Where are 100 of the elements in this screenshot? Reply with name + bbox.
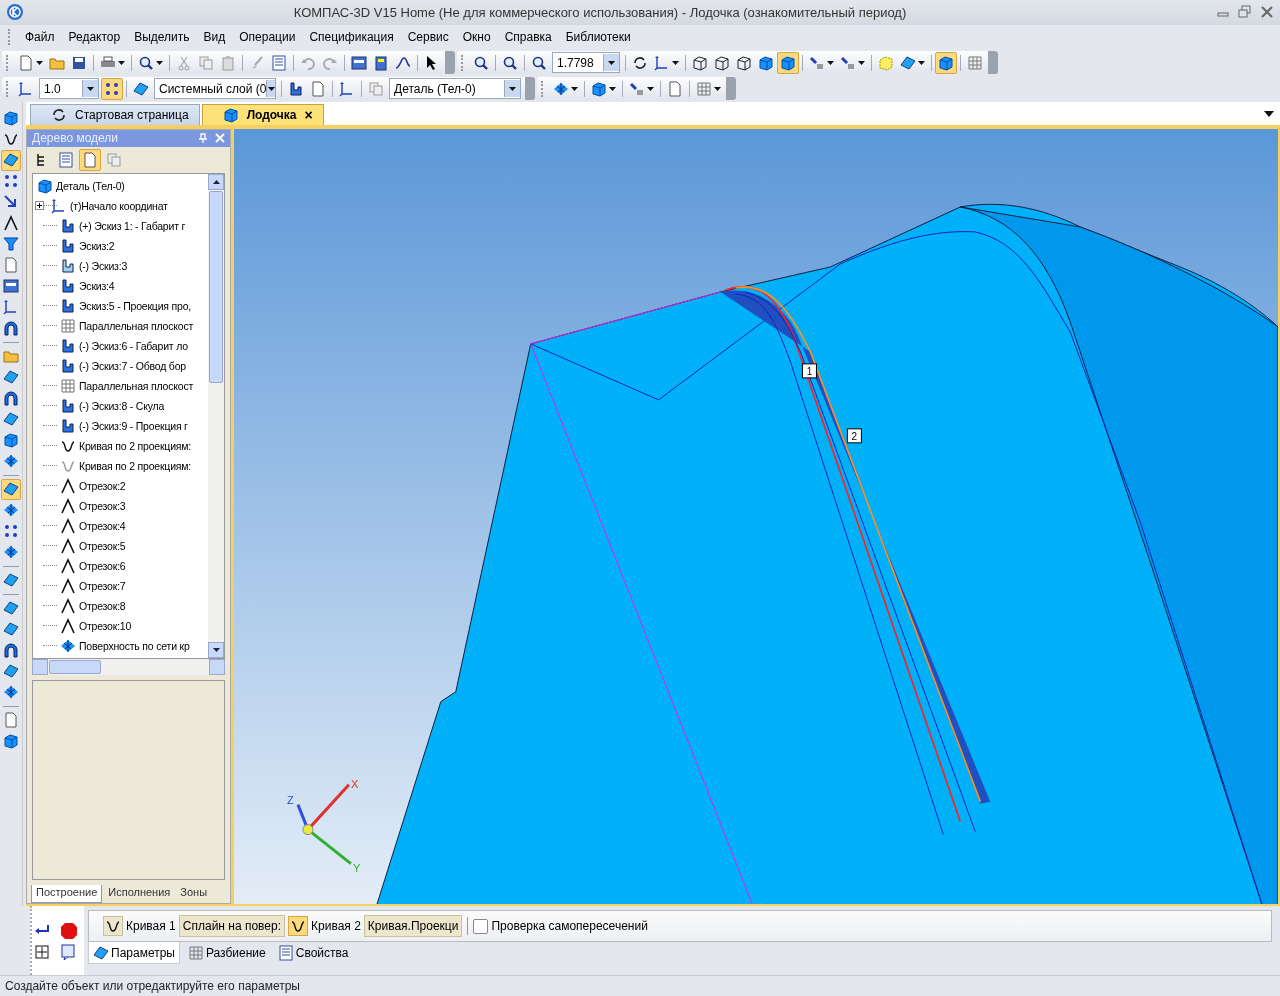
sketch-icon: [60, 297, 76, 314]
magnifier-icon: [531, 54, 547, 71]
tree-item[interactable]: Поверхность по сети кр: [33, 635, 208, 656]
menu-item[interactable]: Редактор: [62, 28, 127, 47]
menu-item[interactable]: Спецификация: [303, 28, 400, 47]
close-icon[interactable]: [1260, 5, 1274, 20]
expander[interactable]: [35, 201, 44, 211]
tree-item[interactable]: Отрезок:5: [33, 535, 208, 556]
help-icon[interactable]: [60, 943, 76, 960]
tree-item[interactable]: Эскиз:2: [33, 235, 208, 256]
tree-item[interactable]: Эскиз:5 - Проекция про,: [33, 295, 208, 316]
fit-frame-icon[interactable]: [34, 943, 50, 960]
document-tab[interactable]: Лодочка ×: [201, 103, 324, 125]
curve-select-button[interactable]: [103, 916, 123, 937]
dots-icon: [3, 173, 19, 190]
curve-icon: [290, 918, 307, 935]
toolbar-options-grip[interactable]: [445, 51, 455, 75]
tab-close-button[interactable]: ×: [304, 106, 313, 123]
rotate-icon: [51, 106, 67, 123]
panel-tab[interactable]: Исполнения: [104, 885, 175, 904]
stop-sign-icon[interactable]: [60, 921, 78, 940]
tree-item[interactable]: Параллельная плоскост: [33, 375, 208, 396]
curve-select-button[interactable]: [288, 916, 309, 937]
dropdown-field[interactable]: Системный слой (0: [154, 78, 276, 100]
tree-item[interactable]: (-) Эскиз:6 - Габарит ло: [33, 335, 208, 356]
caret-icon: [87, 86, 94, 91]
sketch-icon: [60, 237, 76, 254]
cube-icon: [3, 733, 19, 750]
surface-icon: [3, 663, 19, 680]
sketch-icon: [60, 417, 76, 434]
sketch-icon: [60, 277, 76, 294]
dropdown-field[interactable]: Деталь (Тел-0): [389, 78, 521, 100]
tree-item[interactable]: Отрезок:2: [33, 475, 208, 496]
scrollbar[interactable]: [208, 173, 224, 658]
toolbar-options-grip[interactable]: [988, 51, 998, 75]
angle-icon: [60, 517, 76, 534]
surface-icon: [3, 572, 19, 589]
tree-item[interactable]: Отрезок:8: [33, 595, 208, 616]
tree-item[interactable]: (-) Эскиз:3: [33, 255, 208, 276]
tree-item[interactable]: Отрезок:6: [33, 555, 208, 576]
document-tab[interactable]: Стартовая страница: [30, 103, 200, 125]
angle-icon: [60, 497, 76, 514]
tool-button[interactable]: [1, 478, 21, 500]
menu-item[interactable]: Библиотеки: [559, 28, 637, 47]
toolbar-options-grip[interactable]: [525, 77, 535, 101]
menu-item[interactable]: Выделить: [128, 28, 196, 47]
pin-icon[interactable]: [198, 133, 208, 144]
restore-icon[interactable]: [1238, 5, 1252, 20]
checkbox[interactable]: [473, 918, 489, 934]
tree-item[interactable]: Кривая по 2 проекциям:: [33, 435, 208, 456]
app-logo-icon: [6, 3, 24, 22]
dropdown-field[interactable]: 1.7798: [552, 52, 620, 74]
panel-tab[interactable]: Разбиение: [183, 942, 270, 965]
panel-tab[interactable]: Зоны: [176, 885, 212, 904]
menu-item[interactable]: Справка: [498, 28, 558, 47]
panel-tab[interactable]: Построение: [31, 885, 103, 904]
panel-tab[interactable]: Свойства: [273, 942, 353, 965]
magnifier-icon: [502, 54, 518, 71]
tree-item[interactable]: (т)Начало координат: [33, 195, 208, 216]
tree-item[interactable]: (-) Эскиз:9 - Проекция г: [33, 415, 208, 436]
menu-item[interactable]: Окно: [456, 28, 497, 47]
surface-icon: [3, 621, 19, 638]
panel-tab[interactable]: Параметры: [88, 942, 180, 965]
tree-item[interactable]: Деталь (Тел-0): [33, 175, 208, 196]
tree-item[interactable]: Кривая по 2 проекциям:: [33, 455, 208, 476]
surface-icon: [133, 80, 149, 97]
calculator-icon: [373, 54, 389, 71]
axes-icon: [654, 54, 670, 71]
angle-icon: [3, 215, 19, 232]
caret-icon: [509, 86, 516, 91]
copy-icon: [106, 151, 122, 168]
tree-item[interactable]: Отрезок:3: [33, 495, 208, 516]
tool-button[interactable]: [1, 149, 21, 171]
tree-item[interactable]: Отрезок:4: [33, 515, 208, 536]
caret-icon: [608, 60, 615, 65]
tree-item[interactable]: Отрезок:10: [33, 615, 208, 636]
tree-item[interactable]: (-) Эскиз:8 - Скула: [33, 395, 208, 416]
toolbar-options-grip[interactable]: [726, 77, 736, 101]
tree-item[interactable]: Отрезок:7: [33, 575, 208, 596]
tree-item[interactable]: Параллельная плоскост: [33, 315, 208, 336]
menu-item[interactable]: Файл: [19, 28, 61, 47]
menu-item[interactable]: Вид: [197, 28, 232, 47]
tool-button[interactable]: [777, 51, 799, 74]
grid-icon: [60, 317, 76, 334]
copy-icon: [198, 54, 214, 71]
dropdown-field[interactable]: 1.0: [39, 78, 99, 100]
page-icon: [3, 712, 19, 729]
tree-item[interactable]: (-) Эскиз:7 - Обвод бор: [33, 355, 208, 376]
menu-item[interactable]: Операции: [233, 28, 302, 47]
mesh-icon: [3, 544, 19, 561]
caret-icon: [647, 86, 654, 91]
scissors-icon: [176, 54, 192, 71]
snap-button[interactable]: [101, 77, 123, 100]
caret-icon[interactable]: [1264, 111, 1274, 118]
tool-button[interactable]: [935, 51, 957, 74]
tree-item[interactable]: Эскиз:4: [33, 275, 208, 296]
curve-icon: [3, 131, 19, 148]
tree-item[interactable]: (+) Эскиз 1: - Габарит г: [33, 215, 208, 236]
menu-item[interactable]: Сервис: [401, 28, 455, 47]
axis-label: X: [350, 777, 359, 790]
